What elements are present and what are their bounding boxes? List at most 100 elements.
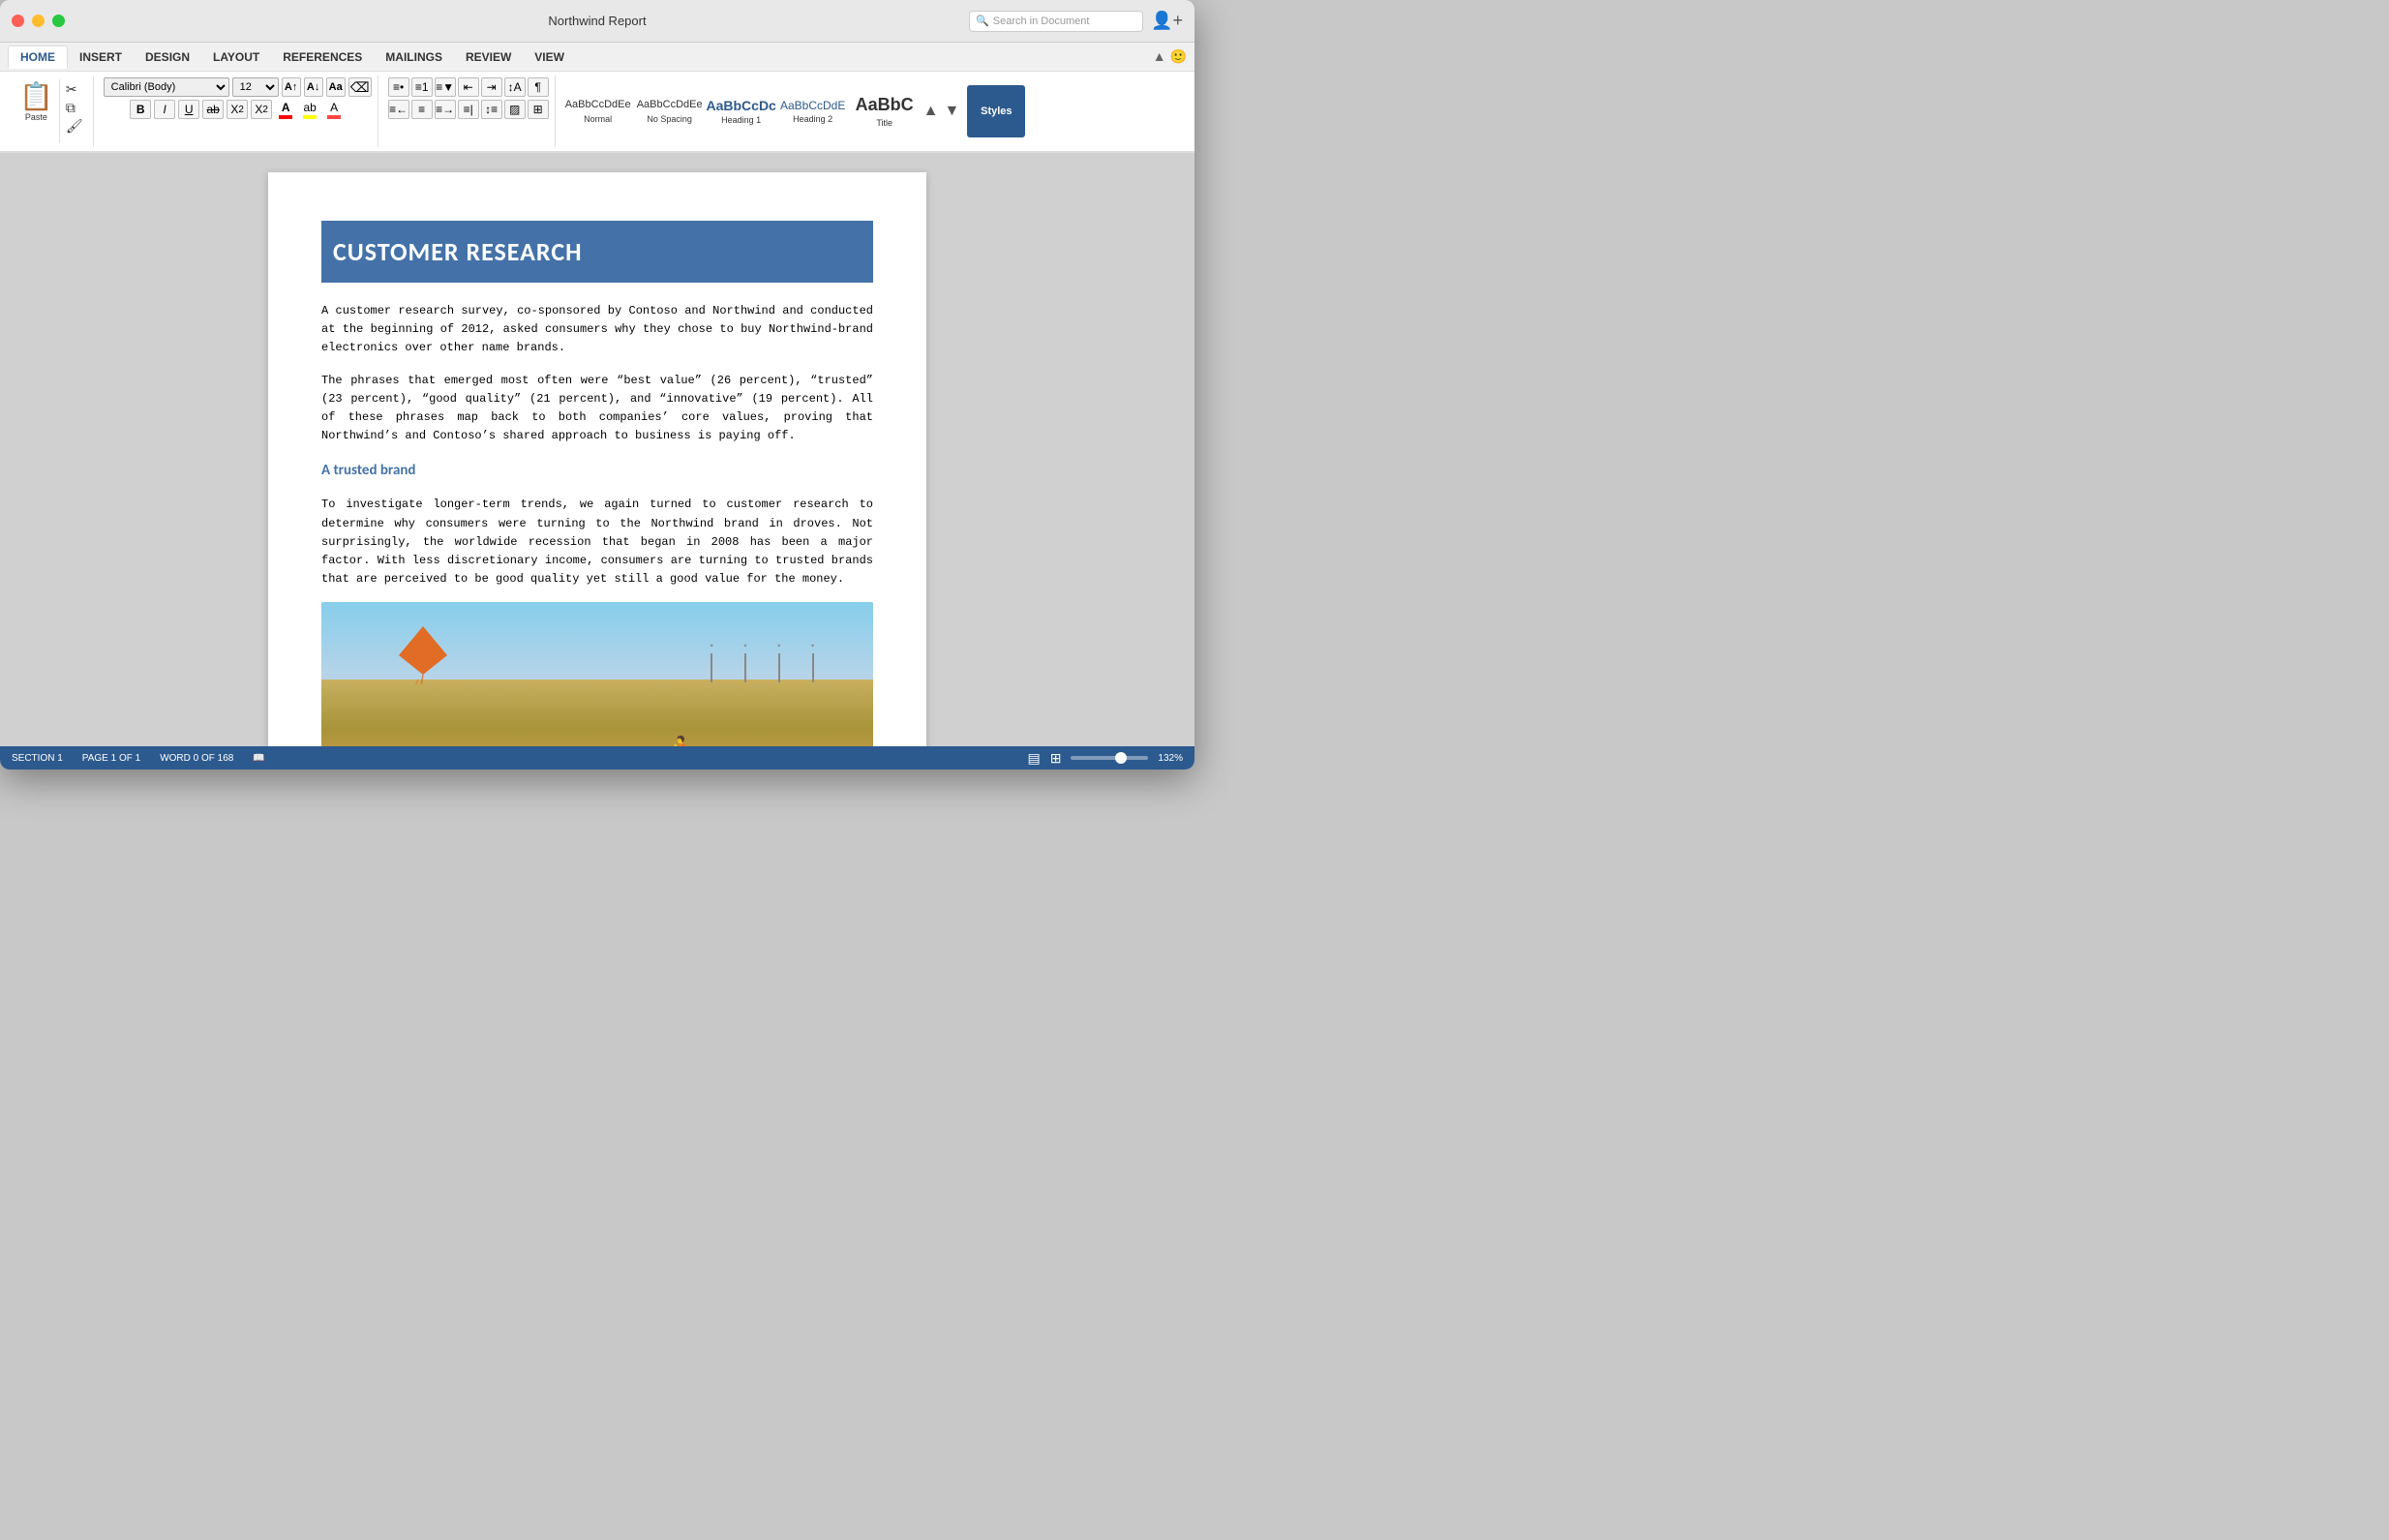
- font-grow-button[interactable]: A↑: [282, 77, 301, 97]
- tab-design[interactable]: DESIGN: [134, 46, 201, 68]
- para-row-1: ≡• ≡1 ≡▼ ⇤ ⇥ ↕A ¶: [388, 77, 549, 97]
- increase-indent-button[interactable]: ⇥: [481, 77, 502, 97]
- document-page[interactable]: CUSTOMER RESEARCH A customer research su…: [268, 172, 926, 746]
- font-case-button[interactable]: Aa: [326, 77, 346, 97]
- ribbon-collapse-btn[interactable]: ▲: [1153, 48, 1166, 65]
- ribbon-smiley-btn[interactable]: 🙂: [1170, 48, 1187, 65]
- styles-scroll-up[interactable]: ▲: [922, 101, 941, 122]
- style-no-spacing[interactable]: AaBbCcDdEe No Spacing: [635, 84, 705, 138]
- style-normal-label: Normal: [584, 114, 612, 124]
- paste-button[interactable]: 📋 Paste: [14, 79, 60, 143]
- text-color-button[interactable]: A: [323, 100, 345, 119]
- align-center-button[interactable]: ≡: [411, 100, 433, 119]
- style-title[interactable]: AaBbC Title: [850, 84, 920, 138]
- align-left-button[interactable]: ≡←: [388, 100, 409, 119]
- line-spacing-button[interactable]: ↕≡: [481, 100, 502, 119]
- user-icon[interactable]: 👤+: [1151, 11, 1183, 31]
- tab-home[interactable]: HOME: [8, 45, 68, 69]
- italic-button[interactable]: I: [154, 100, 175, 119]
- style-heading1-preview: AaBbCcDc: [706, 98, 775, 114]
- turbine-4: ✦: [810, 641, 815, 682]
- clipboard-actions: ✂ ⧉ 🖌: [62, 79, 87, 143]
- paste-icon: 📋: [19, 83, 53, 110]
- strikethrough-button[interactable]: ab: [202, 100, 224, 119]
- borders-button[interactable]: ⊞: [528, 100, 549, 119]
- subheading-trusted-brand: A trusted brand: [321, 459, 873, 482]
- search-placeholder: Search in Document: [993, 15, 1090, 27]
- font-row-1: Calibri (Body) 12 A↑ A↓ Aa ⌫: [104, 77, 372, 97]
- style-heading2[interactable]: AaBbCcDdE Heading 2: [778, 84, 848, 138]
- highlight-color-button[interactable]: ab: [299, 100, 320, 119]
- ribbon-toolbar: 📋 Paste ✂ ⧉ 🖌 Calibri (Body) 12 A↑ A↓ Aa: [0, 72, 1194, 153]
- search-icon: 🔍: [976, 15, 989, 27]
- styles-group: AaBbCcDdEe Normal AaBbCcDdEe No Spacing …: [559, 75, 1030, 147]
- clear-format-button[interactable]: ⌫: [348, 77, 372, 97]
- styles-panel-button[interactable]: Styles: [967, 85, 1025, 137]
- tab-layout[interactable]: LAYOUT: [201, 46, 271, 68]
- style-nospacing-label: No Spacing: [647, 114, 692, 124]
- decrease-indent-button[interactable]: ⇤: [458, 77, 479, 97]
- wind-turbines: ✦ ✦ ✦ ✦: [710, 641, 815, 682]
- subscript-button[interactable]: X2: [227, 100, 248, 119]
- turbine-2: ✦: [743, 641, 748, 682]
- format-painter-icon[interactable]: 🖌: [66, 118, 83, 135]
- paste-label: Paste: [25, 112, 47, 122]
- style-normal-preview: AaBbCcDdEe: [565, 99, 631, 111]
- bold-button[interactable]: B: [130, 100, 151, 119]
- status-right: ▤ ⊞ 132%: [1027, 750, 1183, 767]
- zoom-slider[interactable]: [1071, 756, 1148, 760]
- style-title-preview: AaBbC: [856, 95, 914, 116]
- align-right-button[interactable]: ≡→: [435, 100, 456, 119]
- status-bar: SECTION 1 PAGE 1 OF 1 WORD 0 OF 168 📖 ▤ …: [0, 746, 1194, 770]
- cut-icon[interactable]: ✂: [66, 81, 83, 98]
- bullets-button[interactable]: ≡•: [388, 77, 409, 97]
- document-image: ✦ ✦ ✦ ✦: [321, 602, 873, 746]
- status-book-icon[interactable]: 📖: [253, 753, 264, 764]
- font-size-select[interactable]: 12: [232, 77, 279, 97]
- tab-references[interactable]: REFERENCES: [271, 46, 374, 68]
- style-heading1[interactable]: AaBbCcDc Heading 1: [707, 84, 776, 138]
- font-family-select[interactable]: Calibri (Body): [104, 77, 229, 97]
- tab-view[interactable]: VIEW: [523, 46, 576, 68]
- style-nospacing-preview: AaBbCcDdEe: [637, 99, 703, 111]
- show-hide-button[interactable]: ¶: [528, 77, 549, 97]
- close-button[interactable]: [12, 15, 24, 27]
- numbering-button[interactable]: ≡1: [411, 77, 433, 97]
- title-bar-right: 🔍 Search in Document 👤+: [969, 11, 1183, 32]
- view-layout-button[interactable]: ▤: [1027, 750, 1040, 767]
- document-body[interactable]: A customer research survey, co-sponsored…: [321, 302, 873, 746]
- style-title-label: Title: [876, 118, 892, 128]
- style-heading1-label: Heading 1: [721, 115, 761, 125]
- maximize-button[interactable]: [52, 15, 65, 27]
- zoom-thumb: [1115, 752, 1127, 764]
- shading-button[interactable]: ▨: [504, 100, 526, 119]
- copy-icon[interactable]: ⧉: [66, 100, 83, 116]
- turbine-3: ✦: [776, 641, 781, 682]
- font-shrink-button[interactable]: A↓: [304, 77, 323, 97]
- style-heading2-preview: AaBbCcDdE: [780, 99, 845, 112]
- tab-review[interactable]: REVIEW: [454, 46, 523, 68]
- sort-button[interactable]: ↕A: [504, 77, 526, 97]
- font-row-2: B I U ab X2 X2 A ab A: [130, 100, 345, 119]
- styles-scroll-down[interactable]: ▼: [943, 101, 962, 122]
- superscript-button[interactable]: X2: [251, 100, 272, 119]
- ribbon-nav: ▲ 🙂: [1153, 48, 1187, 65]
- paragraph-group: ≡• ≡1 ≡▼ ⇤ ⇥ ↕A ¶ ≡← ≡ ≡→ ≡| ↕≡ ▨ ⊞: [382, 75, 556, 147]
- search-box[interactable]: 🔍 Search in Document: [969, 11, 1143, 32]
- multilevel-button[interactable]: ≡▼: [435, 77, 456, 97]
- tab-mailings[interactable]: MAILINGS: [374, 46, 454, 68]
- kite: [399, 626, 447, 691]
- style-normal[interactable]: AaBbCcDdEe Normal: [563, 84, 633, 138]
- turbine-1: ✦: [710, 641, 714, 682]
- justify-button[interactable]: ≡|: [458, 100, 479, 119]
- minimize-button[interactable]: [32, 15, 45, 27]
- view-read-button[interactable]: ⊞: [1050, 750, 1062, 767]
- runner-figure: 🏃: [665, 733, 699, 746]
- tab-insert[interactable]: INSERT: [68, 46, 134, 68]
- status-words: WORD 0 OF 168: [160, 753, 233, 764]
- paragraph-3: To investigate longer-term trends, we ag…: [321, 496, 873, 589]
- font-color-button[interactable]: A: [275, 100, 296, 119]
- app-window: Northwind Report 🔍 Search in Document 👤+…: [0, 0, 1194, 770]
- document-area[interactable]: CUSTOMER RESEARCH A customer research su…: [0, 153, 1194, 746]
- underline-button[interactable]: U: [178, 100, 199, 119]
